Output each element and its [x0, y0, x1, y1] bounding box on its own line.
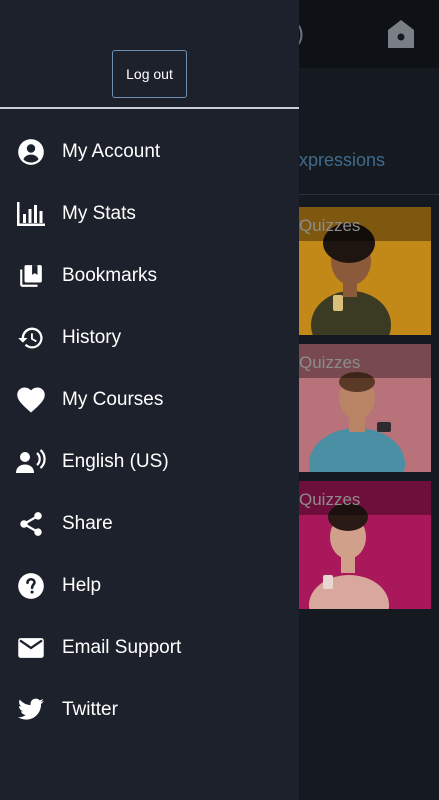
quiz-card[interactable]: Quizzes — [299, 207, 431, 335]
menu-item-label: My Courses — [62, 389, 164, 410]
quiz-card-caption: Quizzes — [299, 481, 431, 515]
menu-item-my-courses[interactable]: My Courses — [0, 369, 299, 431]
menu-item-twitter[interactable]: Twitter — [0, 679, 299, 741]
logout-button[interactable]: Log out — [112, 50, 187, 98]
category-tab[interactable]: xpressions — [299, 150, 385, 171]
menu-item-history[interactable]: History — [0, 307, 299, 369]
menu-item-share[interactable]: Share — [0, 493, 299, 555]
menu-item-label: Share — [62, 513, 113, 534]
menu-item-label: Email Support — [62, 637, 182, 658]
drawer-divider — [0, 107, 299, 109]
quiz-card[interactable]: Quizzes — [299, 481, 431, 609]
bar-chart-icon — [16, 199, 46, 229]
history-icon — [16, 323, 46, 353]
menu-item-my-account[interactable]: My Account — [0, 121, 299, 183]
home-icon[interactable] — [386, 18, 416, 50]
heart-icon — [16, 385, 46, 415]
quiz-card-caption: Quizzes — [299, 207, 431, 241]
quiz-card[interactable]: Quizzes — [299, 344, 431, 472]
menu-item-label: Bookmarks — [62, 265, 158, 286]
menu-item-email-support[interactable]: Email Support — [0, 617, 299, 679]
menu-item-my-stats[interactable]: My Stats — [0, 183, 299, 245]
menu-item-label: Twitter — [62, 699, 118, 720]
bookmarks-icon — [16, 261, 46, 291]
voice-language-icon — [16, 447, 46, 477]
menu-item-help[interactable]: Help — [0, 555, 299, 617]
menu-item-label: My Stats — [62, 203, 136, 224]
menu-item-label: English (US) — [62, 451, 169, 472]
account-circle-icon — [16, 137, 46, 167]
quiz-card-caption: Quizzes — [299, 344, 431, 378]
tab-divider — [299, 194, 439, 195]
navigation-drawer: Log out My Account My Stats Bookmarks Hi… — [0, 0, 299, 800]
help-icon — [16, 571, 46, 601]
menu-item-bookmarks[interactable]: Bookmarks — [0, 245, 299, 307]
share-icon — [16, 509, 46, 539]
menu-item-label: Help — [62, 575, 102, 596]
menu-item-label: History — [62, 327, 122, 348]
menu-item-language[interactable]: English (US) — [0, 431, 299, 493]
twitter-icon — [16, 695, 46, 725]
mail-icon — [16, 633, 46, 663]
menu-item-label: My Account — [62, 141, 161, 162]
